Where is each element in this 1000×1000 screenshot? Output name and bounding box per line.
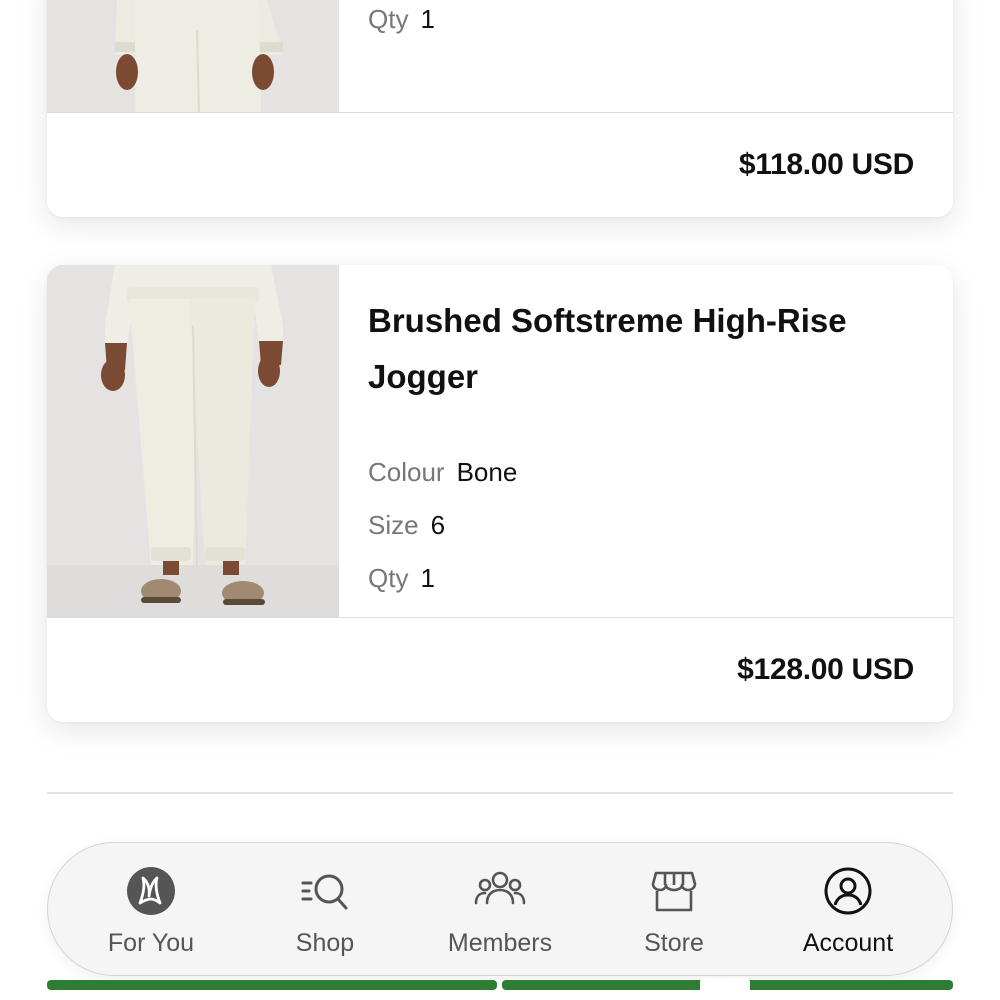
item-price: $118.00 USD	[738, 148, 914, 181]
partial-overlay-icon	[700, 978, 750, 1000]
tab-label: Account	[802, 929, 894, 957]
cart-item-card[interactable]: Brushed Softstreme High-Rise Jogger Colo…	[47, 265, 953, 722]
product-photo	[47, 265, 339, 617]
tab-members[interactable]: Members	[420, 843, 580, 977]
colour-value: Bone	[456, 457, 518, 487]
tab-label: For You	[107, 929, 195, 957]
account-icon	[822, 865, 874, 917]
product-photo	[47, 0, 339, 112]
tab-store[interactable]: Store	[594, 843, 754, 977]
size-label: Size	[368, 510, 419, 540]
tab-label: Shop	[295, 929, 355, 957]
tab-label: Members	[447, 929, 553, 957]
card-divider	[47, 112, 953, 113]
product-image[interactable]	[47, 0, 339, 112]
store-icon	[648, 865, 700, 917]
members-icon	[474, 865, 526, 917]
bottom-tab-bar: For You Shop Members Store Account	[47, 842, 953, 976]
card-divider	[47, 617, 953, 618]
qty-label: Qty	[368, 563, 409, 593]
bottom-accent-strip	[47, 980, 497, 990]
qty-value: 1	[420, 4, 435, 34]
qty-value: 1	[420, 563, 435, 593]
lululemon-logo-icon	[125, 865, 177, 917]
item-colour: Colour Bone	[368, 457, 517, 488]
item-qty: Qty 1	[368, 4, 435, 35]
tab-for-you[interactable]: For You	[71, 843, 231, 977]
tab-shop[interactable]: Shop	[245, 843, 405, 977]
item-size: Size 6	[368, 510, 445, 541]
shop-search-icon	[299, 865, 351, 917]
colour-label: Colour	[368, 457, 445, 487]
size-value: 6	[430, 510, 446, 540]
section-divider	[47, 792, 953, 794]
product-image[interactable]	[47, 265, 339, 617]
tab-account[interactable]: Account	[768, 843, 928, 977]
item-qty: Qty 1	[368, 563, 435, 594]
qty-label: Qty	[368, 4, 409, 34]
product-title[interactable]: Brushed Softstreme High-Rise Jogger	[368, 293, 848, 405]
tab-label: Store	[644, 929, 704, 957]
cart-item-card[interactable]: Qty 1 $118.00 USD	[47, 0, 953, 217]
item-price: $128.00 USD	[737, 653, 914, 686]
